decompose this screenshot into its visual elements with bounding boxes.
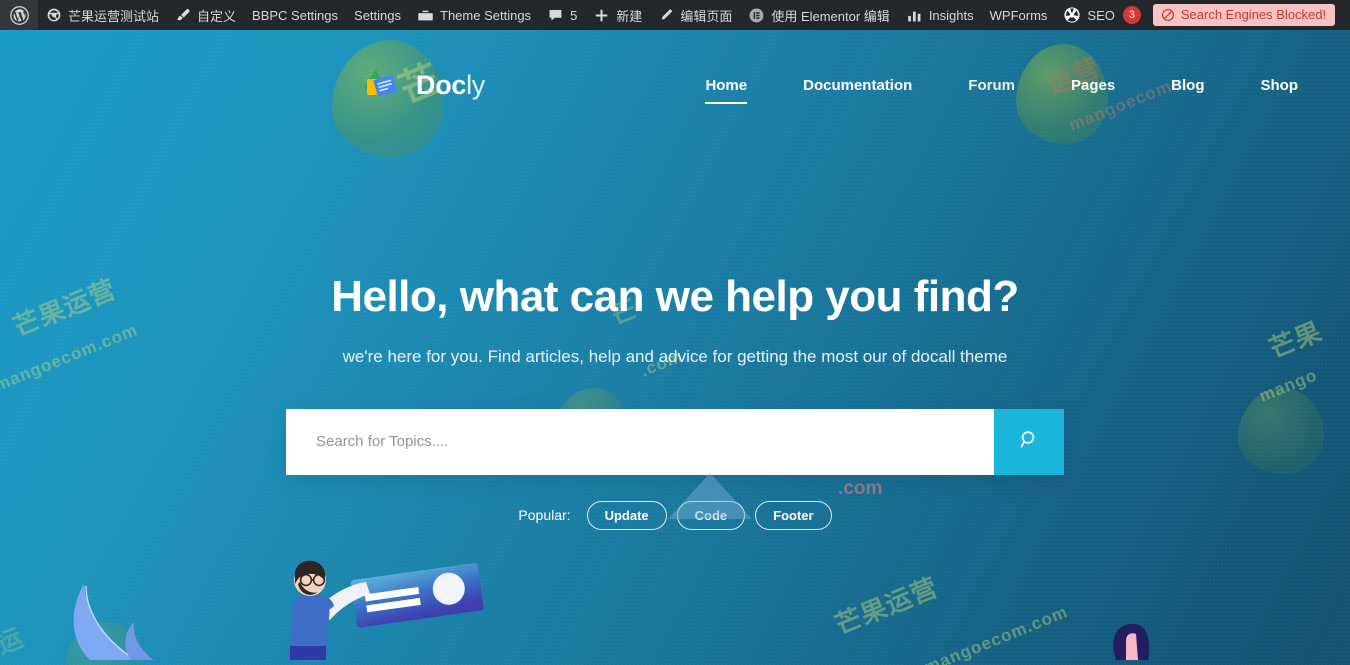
adminbar-label: Insights	[928, 7, 974, 23]
wp-admin-bar: 芒果运营测试站 自定义 BBPC Settings Settings Theme…	[0, 0, 1350, 30]
watermark-blob	[66, 622, 146, 665]
popular-tag-update[interactable]: Update	[586, 500, 667, 530]
adminbar-label: Settings	[354, 7, 402, 23]
nav-item-forum[interactable]: Forum	[940, 69, 1043, 102]
person-head-illustration	[1100, 612, 1170, 665]
site-header: Docly Home Documentation Forum Pages Blo…	[0, 30, 1350, 140]
adminbar-item-theme-settings[interactable]: Theme Settings	[409, 0, 539, 30]
adminbar-label: BBPC Settings	[252, 7, 339, 23]
adminbar-label: 新建	[616, 8, 643, 24]
brand-name: Docly	[416, 70, 485, 101]
search-input[interactable]	[286, 408, 994, 475]
no-entry-icon	[1161, 8, 1175, 22]
adminbar-item-edit-page[interactable]: 编辑页面	[650, 0, 740, 30]
adminbar-item-new[interactable]: 新建	[585, 0, 650, 30]
adminbar-label: Theme Settings	[440, 7, 532, 23]
leaf-illustration	[0, 570, 230, 665]
adminbar-item-customize[interactable]: 自定义	[167, 0, 244, 30]
dashboard-icon	[46, 7, 62, 23]
adminbar-item-settings[interactable]: Settings	[346, 0, 409, 30]
wordpress-logo-button[interactable]	[0, 0, 38, 30]
adminbar-label: WPForms	[989, 7, 1048, 23]
seo-label: SEO	[1087, 7, 1115, 23]
hero-section: 芒 运营 mangoecom 芒果运营 mangoecom.com 芒果 man…	[0, 30, 1350, 665]
popular-tag-code[interactable]: Code	[676, 500, 746, 530]
nav-item-shop[interactable]: Shop	[1233, 69, 1327, 102]
hero-content: Hello, what can we help you find? we're …	[0, 140, 1350, 530]
bar-chart-icon	[906, 7, 923, 24]
adminbar-item-site-name[interactable]: 芒果运营测试站	[38, 0, 167, 30]
brush-icon	[175, 7, 191, 23]
search-icon	[1016, 427, 1042, 456]
adminbar-label: 芒果运营测试站	[68, 8, 160, 24]
hero-subtitle: we're here for you. Find articles, help …	[342, 346, 1008, 366]
nav-item-pages[interactable]: Pages	[1043, 69, 1143, 102]
nav-item-home[interactable]: Home	[677, 69, 775, 104]
main-navigation: Home Documentation Forum Pages Blog Shop	[677, 69, 1327, 104]
blocked-label: Search Engines Blocked!	[1180, 7, 1327, 22]
brand-name-bold: Doc	[416, 69, 467, 100]
adminbar-label: 编辑页面	[680, 8, 733, 24]
popular-topics: Popular: Update Code Footer	[0, 500, 1350, 530]
person-with-card-illustration	[262, 550, 492, 665]
adminbar-item-elementor[interactable]: 使用 Elementor 编辑	[740, 0, 897, 30]
seo-gear-icon	[1063, 6, 1081, 24]
comment-icon	[547, 7, 564, 24]
nav-item-blog[interactable]: Blog	[1143, 69, 1232, 102]
adminbar-item-comments[interactable]: 5	[539, 0, 585, 30]
adminbar-label: 使用 Elementor 编辑	[771, 8, 890, 24]
popular-tag-footer[interactable]: Footer	[755, 500, 832, 530]
plus-icon	[593, 7, 610, 24]
search-engines-blocked-notice[interactable]: Search Engines Blocked!	[1152, 4, 1336, 26]
docly-logo-icon	[358, 65, 406, 105]
hero-title: Hello, what can we help you find?	[331, 272, 1019, 321]
search-submit-button[interactable]	[994, 408, 1064, 475]
adminbar-item-bbpc-settings[interactable]: BBPC Settings	[244, 0, 346, 30]
popular-label: Popular:	[518, 507, 571, 524]
briefcase-icon	[417, 7, 434, 24]
nav-item-documentation[interactable]: Documentation	[775, 69, 940, 102]
adminbar-item-seo[interactable]: SEO 3	[1055, 0, 1148, 30]
hero-search-bar	[286, 408, 1064, 475]
adminbar-label: 自定义	[197, 8, 237, 24]
watermark-text: mangoecom.com	[921, 602, 1071, 665]
elementor-icon	[748, 7, 765, 24]
brand-logo[interactable]: Docly	[358, 65, 485, 105]
watermark-text: 果运	[0, 621, 29, 665]
adminbar-item-wpforms[interactable]: WPForms	[982, 0, 1056, 30]
pencil-icon	[658, 7, 674, 23]
adminbar-item-insights[interactable]: Insights	[898, 0, 982, 30]
seo-count-badge: 3	[1122, 6, 1141, 24]
watermark-text: 芒果运营	[830, 571, 943, 641]
wordpress-logo-icon	[10, 5, 29, 25]
comment-count: 5	[570, 7, 578, 23]
brand-name-light: ly	[466, 69, 486, 100]
